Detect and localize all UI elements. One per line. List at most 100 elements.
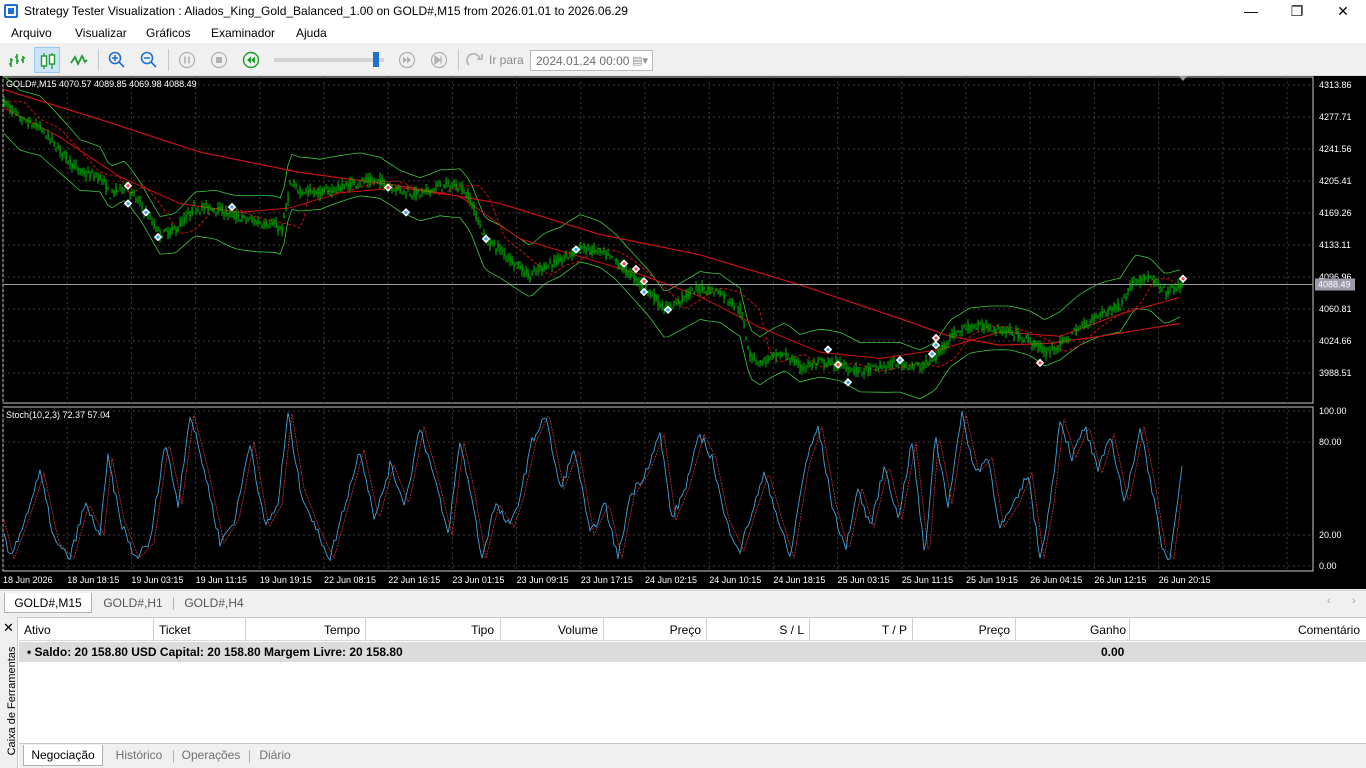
chart-area[interactable]: 4313.86 4277.71 4241.56 4205.41 4169.26 4133.… [0,76,1366,589]
candle-body [1151,277,1153,280]
goto-icon[interactable] [462,47,488,73]
tab-gold-m15[interactable]: GOLD#,M15 [4,593,92,613]
candle-body [201,205,203,209]
stop-icon[interactable] [206,47,232,73]
time-tick-label: 23 Jun 09:15 [517,575,569,585]
menu-visualizar[interactable]: Visualizar [75,26,127,40]
candle-body [1087,325,1089,327]
candle-body [131,191,133,193]
tab-diario[interactable]: Diário [253,745,297,766]
candle-body [403,189,405,191]
col-sl[interactable]: S / L [779,623,804,637]
tabs-scroll-right-icon[interactable]: › [1352,595,1356,607]
candle-body [45,135,47,139]
candle-body [925,359,927,364]
candle-body [645,284,647,287]
goto-date-field[interactable]: 2024.01.24 00:00 ▤▾ [530,50,653,71]
candle-body [549,262,551,264]
candle-body [363,180,365,183]
col-preco-current[interactable]: Preço [979,623,1010,637]
candle-body [767,357,769,362]
candle-body [401,191,403,194]
play-icon[interactable] [238,47,264,73]
col-tp[interactable]: T / P [882,623,907,637]
candle-body [283,214,285,219]
candle-body [591,246,593,254]
candle-body [241,215,243,218]
tabs-scroll-left-icon[interactable]: ‹ [1327,595,1331,607]
candle-body [827,361,829,364]
candle-body [653,292,655,302]
price-chart[interactable]: 4313.86 4277.71 4241.56 4205.41 4169.26 4133.… [0,76,1366,589]
candle-body [149,215,151,217]
candle-body [921,365,923,369]
price-tick-label: 4024.66 [1319,336,1352,346]
candle-body [1085,321,1087,328]
candle-body [1121,300,1123,305]
candle-body [545,265,547,270]
candle-body [1025,335,1027,339]
col-ticket[interactable]: Ticket [159,623,191,637]
candle-body [257,220,259,224]
trade-marker-dot [642,279,646,283]
candle-body [31,125,33,127]
candle-body [299,189,301,195]
chart-grid [2,76,1314,572]
candle-body [319,189,321,198]
candle-body [757,363,759,365]
col-tipo[interactable]: Tipo [471,623,494,637]
candle-body [173,228,175,230]
candle-body [365,178,367,181]
balance-row[interactable]: • Saldo: 20 158.80 USD Capital: 20 158.8… [19,642,1366,662]
step-forward-icon[interactable] [394,47,420,73]
tab-operacoes[interactable]: Operações [177,745,245,766]
menu-graficos[interactable]: Gráficos [146,26,191,40]
col-tempo[interactable]: Tempo [324,623,360,637]
candle-body [367,177,369,183]
calendar-dropdown-icon[interactable]: ▤▾ [632,54,648,67]
candle-body [779,351,781,357]
candle-body [693,291,695,295]
time-tick-label: 19 Jun 19:15 [260,575,312,585]
close-button[interactable]: ✕ [1320,0,1366,23]
menu-examinador[interactable]: Examinador [211,26,275,40]
minimize-button[interactable]: — [1228,0,1274,23]
tab-historico[interactable]: Histórico [107,745,171,766]
col-ganho[interactable]: Ganho [1090,623,1126,637]
candles-icon[interactable] [34,47,60,73]
bar-chart-icon[interactable] [4,47,30,73]
candle-body [315,190,317,195]
menu-arquivo[interactable]: Arquivo [11,26,52,40]
col-ativo[interactable]: Ativo [24,623,51,637]
tab-negociacao[interactable]: Negociação [23,745,103,766]
maximize-button[interactable]: ❐ [1274,0,1320,23]
candle-body [273,223,275,225]
candle-body [823,360,825,367]
candle-body [395,186,397,191]
candle-body [207,205,209,211]
candle-body [629,272,631,278]
line-chart-icon[interactable] [66,47,92,73]
toolbox-close-icon[interactable]: ✕ [3,620,14,636]
candle-body [109,198,111,200]
speed-thumb[interactable] [372,52,379,67]
col-volume[interactable]: Volume [558,623,598,637]
skip-end-icon[interactable] [426,47,452,73]
pause-icon[interactable] [174,47,200,73]
col-preco-open[interactable]: Preço [670,623,701,637]
candle-body [465,192,467,196]
tab-gold-h1[interactable]: GOLD#,H1 [97,593,169,613]
balance-summary: • Saldo: 20 158.80 USD Capital: 20 158.8… [27,645,403,659]
candle-body [819,358,821,360]
tab-gold-h4[interactable]: GOLD#,H4 [178,593,250,613]
candle-body [867,366,869,372]
time-tick-label: 25 Jun 19:15 [966,575,1018,585]
col-comentario[interactable]: Comentário [1298,623,1360,637]
menu-ajuda[interactable]: Ajuda [296,26,327,40]
candle-body [947,342,949,344]
candle-body [47,132,49,140]
zoom-in-icon[interactable] [104,47,130,73]
candle-body [889,361,891,366]
zoom-out-icon[interactable] [136,47,162,73]
speed-track[interactable] [274,58,384,62]
